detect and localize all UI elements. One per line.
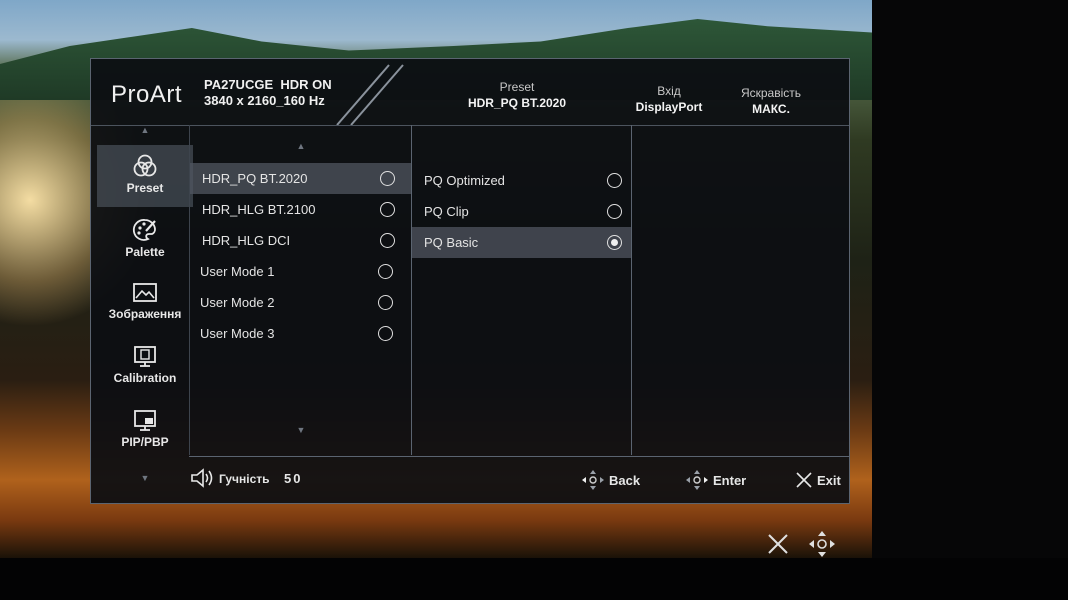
list-item[interactable]: User Mode 3 (190, 318, 412, 349)
joystick-right-icon (686, 470, 708, 490)
back-button[interactable]: Back (581, 469, 651, 491)
preset-list: ▲ HDR_PQ BT.2020 HDR_HLG BT.2100 HDR_HLG… (189, 125, 412, 455)
list-item[interactable]: PQ Optimized (412, 165, 632, 196)
list-item-label: HDR_PQ BT.2020 (202, 171, 308, 186)
list-item-label: HDR_HLG BT.2100 (202, 202, 316, 217)
list-item-label: User Mode 1 (200, 264, 275, 279)
exit-label: Exit (817, 473, 841, 488)
calibration-icon (134, 346, 156, 367)
list-item-label: User Mode 2 (200, 295, 275, 310)
sidebar-scroll-up-icon[interactable]: ▲ (97, 125, 193, 135)
hardware-joystick-icon[interactable] (808, 530, 836, 558)
header-preset-label: Preset (499, 80, 535, 94)
sidebar-item-palette[interactable]: Palette (97, 209, 193, 271)
model-name: PA27UCGE (204, 77, 274, 92)
preset-scroll-up-icon[interactable]: ▲ (190, 141, 412, 151)
list-item-label: PQ Clip (424, 204, 469, 219)
monitor-bezel-right (872, 0, 1068, 600)
radio-button[interactable] (378, 326, 393, 341)
exit-button[interactable]: Exit (793, 469, 849, 491)
radio-button[interactable] (378, 295, 393, 310)
preset-icon (133, 154, 157, 177)
sidebar-item-calibration[interactable]: Calibration (97, 337, 193, 399)
list-item[interactable]: PQ Clip (412, 196, 632, 227)
list-item[interactable]: PQ Basic (412, 227, 632, 258)
list-item[interactable]: HDR_HLG DCI (190, 225, 412, 256)
radio-button-checked[interactable] (607, 235, 622, 250)
radio-button[interactable] (380, 233, 395, 248)
sidebar-item-pip-pbp[interactable]: PIP/PBP (97, 401, 193, 463)
image-icon (133, 283, 157, 302)
header-preset: Preset HDR_PQ BT.2020 (457, 79, 577, 111)
submode-list: PQ Optimized PQ Clip PQ Basic (411, 125, 632, 455)
osd-sidebar: ▲ Preset Palette Зображення Calibration … (97, 125, 193, 497)
osd-footer: Гучність 50 Back Enter Exit (189, 456, 849, 503)
brand-logo: ProArt (111, 81, 183, 108)
radio-button[interactable] (607, 204, 622, 219)
sidebar-scroll-down-icon[interactable]: ▼ (97, 473, 193, 483)
resolution: 3840 x 2160_160 Hz (204, 93, 325, 108)
radio-button[interactable] (378, 264, 393, 279)
sidebar-item-label: Calibration (113, 371, 177, 385)
close-icon (796, 472, 812, 488)
sidebar-item-label: Preset (126, 181, 164, 195)
header-input: Вхід DisplayPort (626, 83, 712, 115)
header-input-value: DisplayPort (635, 100, 703, 114)
speaker-icon (191, 468, 213, 488)
palette-icon (132, 219, 156, 241)
hardware-close-icon[interactable] (764, 530, 792, 558)
header-brightness-label: Яскравість (740, 86, 802, 100)
volume-value: 50 (284, 471, 303, 486)
radio-button[interactable] (380, 202, 395, 217)
list-item-label: User Mode 3 (200, 326, 275, 341)
list-item[interactable]: User Mode 2 (190, 287, 412, 318)
list-item-label: PQ Basic (424, 235, 479, 250)
sidebar-item-label: Palette (125, 245, 165, 259)
hdr-status: HDR ON (280, 77, 332, 92)
osd-header: ProArt PA27UCGE HDR ON 3840 x 2160_160 H… (91, 59, 849, 126)
header-input-label: Вхід (657, 84, 681, 98)
list-item-label: PQ Optimized (424, 173, 505, 188)
header-brightness: Яскравість МАКС. (731, 85, 811, 117)
enter-label: Enter (713, 473, 747, 488)
model-info: PA27UCGE HDR ON 3840 x 2160_160 Hz (204, 77, 332, 109)
list-item[interactable]: HDR_PQ BT.2020 (190, 163, 412, 194)
volume-label: Гучність (219, 472, 270, 486)
sidebar-item-preset[interactable]: Preset (97, 145, 193, 207)
monitor-bezel-bottom (0, 558, 1068, 600)
radio-button[interactable] (607, 173, 622, 188)
sidebar-item-label: Зображення (108, 307, 182, 321)
header-brightness-value: МАКС. (752, 102, 790, 116)
header-preset-value: HDR_PQ BT.2020 (467, 96, 567, 110)
joystick-left-icon (582, 470, 604, 490)
back-label: Back (609, 473, 641, 488)
detail-column (631, 125, 850, 455)
enter-button[interactable]: Enter (685, 469, 761, 491)
list-item[interactable]: User Mode 1 (190, 256, 412, 287)
header-divider-lines (336, 64, 404, 125)
list-item-label: HDR_HLG DCI (202, 233, 291, 248)
radio-button[interactable] (380, 171, 395, 186)
osd-menu: ProArt PA27UCGE HDR ON 3840 x 2160_160 H… (90, 58, 850, 504)
preset-scroll-down-icon[interactable]: ▼ (190, 425, 412, 435)
list-item[interactable]: HDR_HLG BT.2100 (190, 194, 412, 225)
sidebar-item-label: PIP/PBP (121, 435, 169, 449)
sidebar-item-image[interactable]: Зображення (97, 273, 193, 335)
pip-pbp-icon (134, 410, 156, 431)
